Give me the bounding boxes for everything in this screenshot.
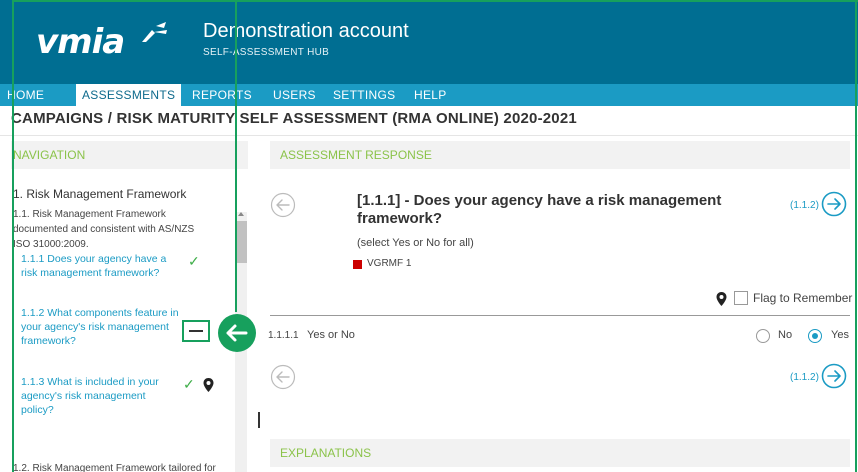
app-header: vmia Demonstration account SELF-ASSESSME…	[0, 0, 858, 84]
flag-to-remember-label[interactable]: Flag to Remember	[753, 291, 852, 305]
next-question-label[interactable]: (1.1.2)	[790, 200, 819, 211]
nav-help[interactable]: HELP	[414, 84, 447, 106]
arrow-left-icon	[226, 324, 248, 342]
navigation-sidebar: NAVIGATION 1. Risk Management Framework …	[11, 141, 248, 472]
radio-yes[interactable]	[808, 329, 822, 343]
next-arrow-bottom-icon[interactable]	[821, 363, 847, 389]
question-hint: (select Yes or No for all)	[357, 237, 474, 249]
sidebar-item-1-1-2[interactable]: 1.1.2 What components feature in your ag…	[21, 306, 181, 348]
sidebar-content: 1. Risk Management Framework 1.1. Risk M…	[11, 169, 248, 472]
section-description[interactable]: 1.1. Risk Management Framework documente…	[13, 207, 213, 252]
row-text: Yes or No	[307, 329, 355, 341]
breadcrumb-divider	[0, 135, 858, 136]
radio-no-label[interactable]: No	[778, 329, 792, 341]
annotation-pointer-line	[235, 0, 237, 312]
next-arrow-icon[interactable]	[821, 191, 847, 217]
annotation-frame-right	[855, 0, 857, 472]
previous-arrow-icon[interactable]	[270, 192, 296, 218]
main-nav: HOME ASSESSMENTS REPORTS USERS SETTINGS …	[0, 84, 858, 106]
tag-label: VGRMF 1	[367, 258, 412, 269]
flag-pin-icon	[716, 292, 727, 306]
question-title: [1.1.1] - Does your agency have a risk m…	[357, 192, 722, 227]
flag-to-remember-checkbox[interactable]	[734, 291, 748, 305]
collapse-toggle-button[interactable]	[182, 320, 210, 342]
sidebar-item-1-1-3[interactable]: 1.1.3 What is included in your agency's …	[21, 375, 181, 417]
logo-mark-icon	[142, 22, 167, 42]
account-subtitle: SELF-ASSESSMENT HUB	[203, 47, 330, 58]
vmia-logo[interactable]: vmia	[36, 14, 176, 70]
account-title: Demonstration account	[203, 20, 409, 42]
nav-reports[interactable]: REPORTS	[192, 84, 252, 106]
check-icon: ✓	[188, 253, 200, 269]
section-2-description[interactable]: 1.2. Risk Management Framework tailored …	[13, 461, 223, 472]
radio-yes-label[interactable]: Yes	[831, 329, 849, 341]
nav-settings[interactable]: SETTINGS	[333, 84, 395, 106]
scroll-up-icon[interactable]	[238, 212, 244, 216]
check-icon: ✓	[183, 376, 195, 392]
previous-arrow-bottom-icon[interactable]	[270, 364, 296, 390]
section-title[interactable]: 1. Risk Management Framework	[13, 187, 186, 201]
explanations-heading: EXPLANATIONS	[270, 439, 850, 467]
annotation-arrow-badge	[218, 314, 256, 352]
minus-icon	[189, 330, 203, 332]
tag-color-swatch	[353, 260, 362, 269]
annotation-frame-left	[12, 0, 14, 472]
sidebar-item-1-1-1[interactable]: 1.1.1 Does your agency have a risk manag…	[21, 252, 181, 280]
next-question-label-bottom[interactable]: (1.1.2)	[790, 372, 819, 383]
nav-assessments[interactable]: ASSESSMENTS	[76, 84, 182, 106]
sidebar-heading: NAVIGATION	[11, 141, 248, 169]
nav-users[interactable]: USERS	[273, 84, 316, 106]
logo-text: vmia	[36, 22, 125, 62]
breadcrumb: CAMPAIGNS / RISK MATURITY SELF ASSESSMEN…	[11, 110, 577, 127]
radio-no[interactable]	[756, 329, 770, 343]
question-row-divider	[270, 315, 850, 316]
annotation-frame-top	[12, 0, 858, 2]
location-pin-icon	[203, 378, 214, 392]
assessment-response-heading: ASSESSMENT RESPONSE	[270, 141, 850, 169]
text-cursor	[258, 412, 260, 428]
row-number: 1.1.1.1	[268, 330, 299, 341]
